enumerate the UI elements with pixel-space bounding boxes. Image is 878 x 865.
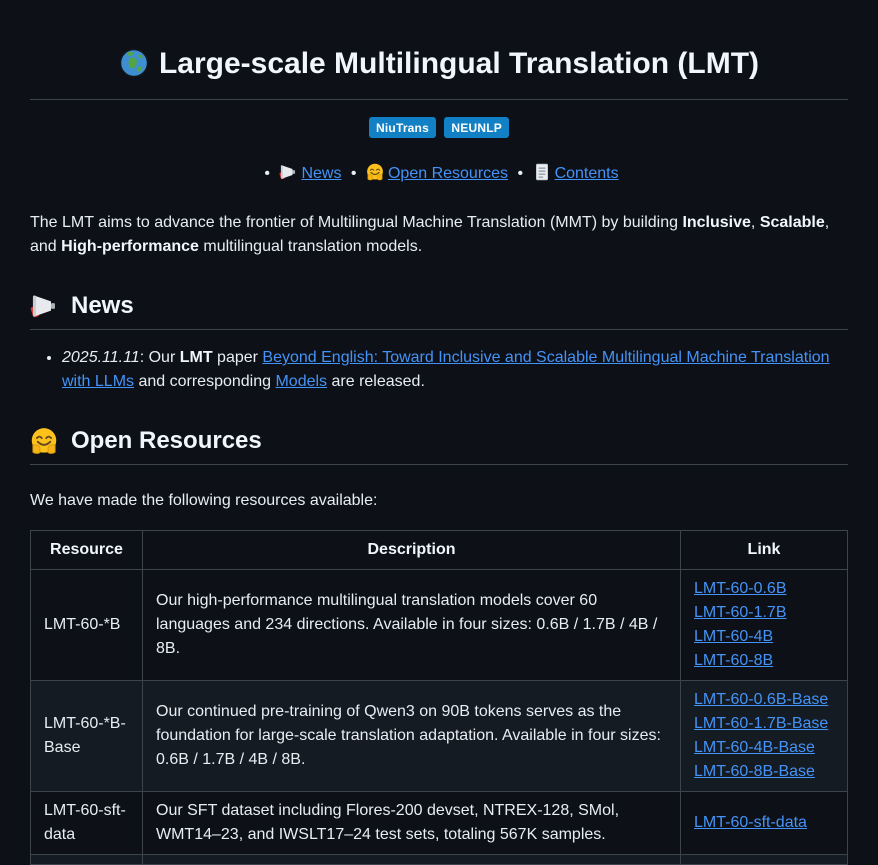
model-link[interactable]: LMT-60-8B-Base [694, 760, 815, 784]
nav-bullet: • [518, 165, 524, 182]
col-header-link: Link [681, 531, 848, 570]
globe-icon [119, 52, 149, 85]
hugging-face-icon [30, 427, 58, 455]
nav-link-news[interactable]: News [279, 165, 341, 182]
table-header-row: Resource Description Link [31, 531, 848, 570]
anchor-nav: • News • Open Resources • Contents [30, 162, 848, 189]
resource-cell: LMT-60-*B [31, 570, 143, 681]
intro-bold-scalable: Scalable [760, 214, 825, 231]
model-link[interactable]: LMT-60-0.6B-Base [694, 688, 828, 712]
resources-intro: We have made the following resources ava… [30, 489, 848, 513]
page-title: Large-scale Multilingual Translation (LM… [30, 46, 848, 100]
col-header-resource: Resource [31, 531, 143, 570]
resource-cell: LMT-60-*B-Base [31, 681, 143, 792]
models-link[interactable]: Models [275, 373, 327, 390]
intro-paragraph: The LMT aims to advance the frontier of … [30, 211, 848, 259]
open-resources-heading: Open Resources [30, 426, 848, 465]
description-cell: Our SFT dataset including Flores-200 dev… [143, 792, 681, 855]
news-date: 2025.11.11 [62, 349, 140, 366]
nav-link-open-resources[interactable]: Open Resources [366, 165, 508, 182]
resource-cell: LMT-60-sft-data [31, 792, 143, 855]
link-cell: LMT-60-sft-data [681, 792, 848, 855]
description-cell: Our high-performance multilingual transl… [143, 570, 681, 681]
hugging-face-icon [366, 168, 384, 185]
table-row-partial [31, 855, 848, 865]
link-cell: LMT-60-0.6B LMT-60-1.7B LMT-60-4B LMT-60… [681, 570, 848, 681]
model-link[interactable]: LMT-60-1.7B-Base [694, 712, 828, 736]
model-link[interactable]: LMT-60-0.6B [694, 577, 786, 601]
news-heading: News [30, 291, 848, 330]
nav-bullet: • [264, 165, 270, 182]
page-title-text: Large-scale Multilingual Translation (LM… [159, 47, 759, 80]
table-row: LMT-60-sft-data Our SFT dataset includin… [31, 792, 848, 855]
model-link[interactable]: LMT-60-4B [694, 625, 773, 649]
description-cell: Our continued pre-training of Qwen3 on 9… [143, 681, 681, 792]
badge-niutrans[interactable]: NiuTrans [369, 117, 436, 138]
news-item: 2025.11.11: Our LMT paper Beyond English… [62, 346, 848, 394]
dataset-link[interactable]: LMT-60-sft-data [694, 811, 807, 835]
intro-bold-inclusive: Inclusive [682, 214, 750, 231]
news-list: 2025.11.11: Our LMT paper Beyond English… [30, 346, 848, 394]
nav-bullet: • [351, 165, 357, 182]
resources-table: Resource Description Link LMT-60-*B Our … [30, 530, 848, 865]
table-row: LMT-60-*B Our high-performance multiling… [31, 570, 848, 681]
model-link[interactable]: LMT-60-1.7B [694, 601, 786, 625]
model-link[interactable]: LMT-60-8B [694, 649, 773, 673]
badge-row: NiuTrans NEUNLP [30, 116, 848, 140]
model-link[interactable]: LMT-60-4B-Base [694, 736, 815, 760]
table-row: LMT-60-*B-Base Our continued pre-trainin… [31, 681, 848, 792]
megaphone-icon [279, 168, 297, 185]
readme-container: Large-scale Multilingual Translation (LM… [0, 0, 878, 865]
link-cell: LMT-60-0.6B-Base LMT-60-1.7B-Base LMT-60… [681, 681, 848, 792]
nav-link-contents[interactable]: Contents [533, 165, 619, 182]
document-icon [533, 168, 551, 185]
badge-neunlp[interactable]: NEUNLP [444, 117, 509, 138]
intro-bold-high-performance: High-performance [61, 238, 199, 255]
megaphone-icon [30, 292, 58, 320]
news-lmt-bold: LMT [180, 349, 213, 366]
col-header-description: Description [143, 531, 681, 570]
